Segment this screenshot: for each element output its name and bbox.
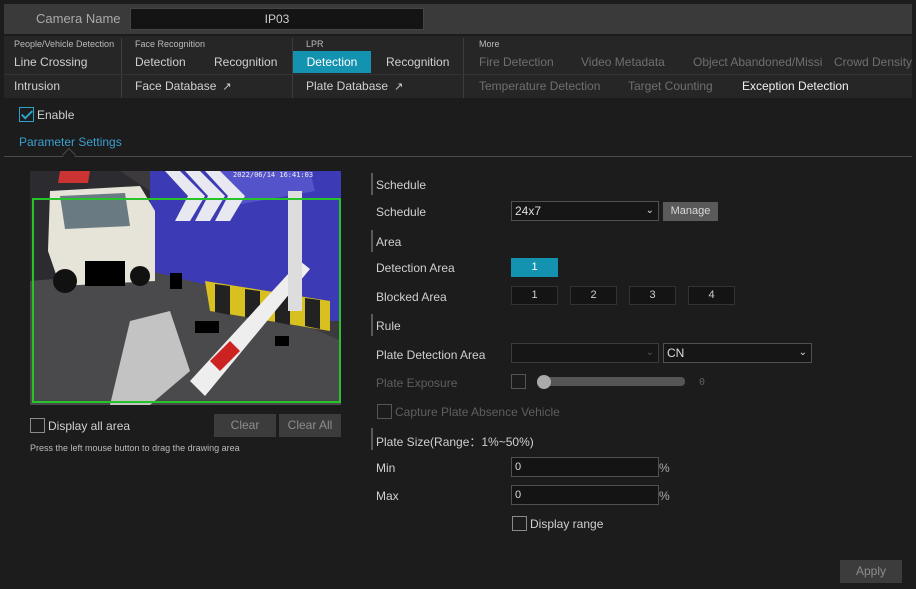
max-size-input[interactable]: 0 (511, 485, 659, 505)
camera-name-select[interactable]: IP03 (130, 8, 424, 30)
section-area-title: Area (376, 235, 402, 249)
section-rule-title: Rule (376, 319, 401, 333)
chevron-down-icon: ⌄ (798, 347, 807, 358)
group-title-people-vehicle: People/Vehicle Detection (14, 39, 115, 49)
group-divider (121, 38, 122, 98)
blocked-area-button-1[interactable]: 1 (511, 286, 558, 305)
blocked-area-label: Blocked Area (376, 290, 447, 304)
tab-crowd-density[interactable]: Crowd Density (834, 51, 912, 73)
group-divider (463, 38, 464, 98)
plate-exposure-checkbox[interactable] (511, 374, 526, 389)
detection-area-button-1[interactable]: 1 (511, 258, 558, 277)
tab-fire-detection[interactable]: Fire Detection (479, 51, 554, 73)
section-marker (371, 173, 373, 195)
blocked-area-button-4[interactable]: 4 (688, 286, 735, 305)
chevron-down-icon: ⌄ (645, 347, 654, 358)
clear-all-button[interactable]: Clear All (279, 414, 341, 437)
display-all-area-checkbox[interactable] (30, 418, 45, 433)
exposure-value: 0 (699, 377, 706, 388)
detection-region-overlay[interactable] (32, 198, 341, 403)
detection-area-label: Detection Area (376, 261, 455, 275)
tab-face-database[interactable]: Face Database ↗ (135, 75, 232, 97)
min-size-input[interactable]: 0 (511, 457, 659, 477)
apply-button[interactable]: Apply (840, 560, 902, 583)
schedule-value: 24x7 (515, 204, 542, 218)
tab-exception-detection[interactable]: Exception Detection (742, 75, 849, 97)
tab-target-counting[interactable]: Target Counting (628, 75, 713, 97)
schedule-label: Schedule (376, 205, 427, 219)
plate-detection-area-select[interactable]: ⌄ (511, 343, 659, 363)
country-value: CN (667, 346, 685, 360)
blocked-area-button-2[interactable]: 2 (570, 286, 617, 305)
tab-lpr-detection[interactable]: Detection (293, 51, 371, 73)
tab-temperature-detection[interactable]: Temperature Detection (479, 75, 600, 97)
chevron-down-icon: ⌄ (645, 205, 654, 216)
external-link-icon: ↗ (394, 81, 404, 93)
country-select[interactable]: CN ⌄ (663, 343, 812, 363)
section-marker (371, 428, 373, 450)
tab-indicator (61, 147, 77, 163)
tab-plate-database[interactable]: Plate Database ↗ (306, 75, 403, 97)
blocked-area-button-3[interactable]: 3 (629, 286, 676, 305)
camera-name-label: Camera Name (36, 11, 121, 26)
video-timestamp: 2022/06/14 16:41:03 (233, 171, 314, 179)
min-label: Min (376, 461, 396, 475)
max-unit: % (659, 489, 670, 503)
group-title-more: More (479, 39, 500, 49)
display-range-label: Display range (530, 517, 604, 531)
capture-absence-checkbox[interactable] (377, 404, 392, 419)
enable-label: Enable (37, 108, 75, 122)
tab-underline (4, 156, 912, 157)
capture-absence-label: Capture Plate Absence Vehicle (395, 405, 560, 419)
max-label: Max (376, 489, 399, 503)
clear-button[interactable]: Clear (214, 414, 276, 437)
tab-intrusion[interactable]: Intrusion (14, 75, 60, 97)
display-range-checkbox[interactable] (512, 516, 527, 531)
section-plate-size-title: Plate Size(Range：1%~50%) (376, 435, 534, 449)
section-marker (371, 230, 373, 252)
tab-label: Plate Database (306, 79, 389, 93)
plate-exposure-label: Plate Exposure (376, 376, 458, 390)
exposure-slider-track[interactable] (539, 377, 685, 386)
tab-face-recognition[interactable]: Recognition (214, 51, 277, 73)
group-title-face: Face Recognition (135, 39, 206, 49)
tab-object-abandoned[interactable]: Object Abandoned/Missi (693, 51, 822, 73)
drawing-hint: Press the left mouse button to drag the … (30, 443, 240, 453)
group-title-lpr: LPR (306, 39, 324, 49)
display-all-area-label: Display all area (48, 419, 131, 433)
schedule-select[interactable]: 24x7 ⌄ (511, 201, 659, 221)
tab-face-detection[interactable]: Detection (135, 51, 186, 73)
min-unit: % (659, 461, 670, 475)
enable-checkbox[interactable] (19, 107, 34, 122)
exposure-slider-handle[interactable] (537, 375, 551, 389)
tab-label: Face Database (135, 79, 217, 93)
plate-detection-area-label: Plate Detection Area (376, 348, 486, 362)
tab-lpr-recognition[interactable]: Recognition (386, 51, 449, 73)
external-link-icon: ↗ (222, 81, 232, 93)
section-schedule-title: Schedule (376, 178, 427, 192)
tab-line-crossing[interactable]: Line Crossing (14, 51, 87, 73)
tab-parameter-settings[interactable]: Parameter Settings (19, 135, 122, 149)
section-marker (371, 314, 373, 336)
tab-video-metadata[interactable]: Video Metadata (581, 51, 665, 73)
manage-schedule-button[interactable]: Manage (663, 202, 718, 221)
